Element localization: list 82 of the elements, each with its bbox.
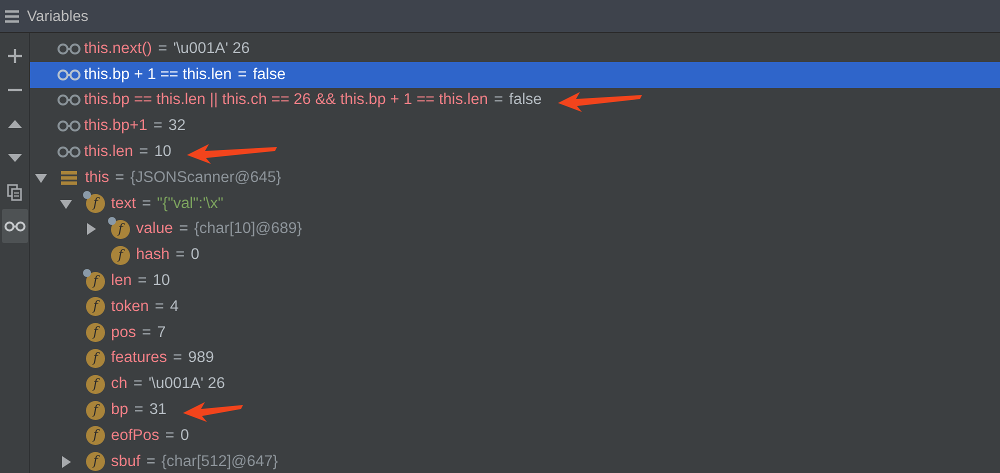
- panel-title: Variables: [27, 8, 88, 24]
- down-triangle-icon: [8, 154, 22, 162]
- variable-value: 10: [152, 272, 170, 290]
- variable-name: bp: [111, 401, 128, 420]
- field-icon: f: [86, 452, 105, 472]
- variable-value: "{"val":'\x": [157, 194, 224, 213]
- variable-value: '\u001A' 26: [148, 375, 226, 394]
- variable-name: eofPos: [111, 426, 160, 445]
- variable-value: 31: [149, 401, 167, 420]
- variable-name: len: [111, 272, 132, 290]
- variable-value: 0: [180, 426, 189, 445]
- equals-sign: =: [173, 349, 182, 368]
- variable-name: hash: [136, 246, 170, 264]
- add-icon: [8, 49, 22, 63]
- collapsed-triangle-icon[interactable]: [85, 223, 97, 236]
- glasses-icon: [4, 220, 26, 232]
- field-icon: f: [86, 348, 105, 368]
- field-icon: f: [86, 400, 105, 420]
- watch-value: false: [509, 91, 542, 110]
- variable-name: value: [136, 220, 174, 238]
- variable-name: text: [111, 194, 136, 213]
- field-icon: f: [86, 323, 105, 342]
- equals-sign: =: [153, 117, 162, 136]
- equals-sign: =: [494, 91, 504, 110]
- watch-expression: this.bp + 1 == this.len: [84, 66, 232, 84]
- glasses-icon: [57, 68, 81, 81]
- object-icon: [61, 170, 77, 185]
- variable-value: 0: [190, 246, 200, 264]
- field-icon: f: [111, 220, 130, 239]
- equals-sign: =: [134, 401, 144, 420]
- field-icon: f: [86, 194, 105, 214]
- variable-value: {JSONScanner@645}: [130, 168, 282, 187]
- selected-row[interactable]: this.bp + 1 == this.len = false: [30, 62, 1000, 88]
- equals-sign: =: [179, 220, 188, 238]
- field-icon: f: [86, 374, 105, 394]
- equals-sign: =: [154, 298, 164, 316]
- glasses-icon: [57, 120, 81, 132]
- watch-expression: this.next(): [84, 40, 152, 58]
- watch-value: 10: [154, 143, 172, 162]
- glasses-icon: [57, 94, 81, 106]
- copy-icon: [7, 184, 22, 200]
- watch-expression: this.bp+1: [84, 117, 148, 136]
- equals-sign: =: [133, 375, 142, 394]
- variable-value: {char[10]@689}: [194, 220, 302, 238]
- field-icon: f: [86, 272, 105, 291]
- variable-name: this: [85, 168, 110, 187]
- watch-value: '\u001A' 26: [173, 40, 250, 58]
- watch-value: false: [252, 66, 286, 84]
- equals-sign: =: [139, 143, 148, 162]
- equals-sign: =: [165, 426, 174, 445]
- variable-name: token: [111, 298, 149, 316]
- field-icon: f: [86, 297, 105, 316]
- field-icon: f: [111, 246, 130, 265]
- equals-sign: =: [138, 272, 147, 290]
- field-icon: f: [86, 426, 105, 446]
- collapsed-triangle-icon[interactable]: [60, 456, 72, 468]
- menu-icon[interactable]: [5, 10, 19, 22]
- variable-name: sbuf: [111, 452, 140, 471]
- glasses-icon: [57, 42, 81, 55]
- equals-sign: =: [158, 40, 168, 58]
- variable-name: ch: [111, 375, 128, 394]
- up-triangle-icon: [8, 120, 22, 128]
- watch-value: 32: [168, 117, 186, 136]
- toolbar-button[interactable]: [2, 209, 28, 243]
- glasses-icon: [57, 146, 81, 158]
- watch-expression: this.len: [84, 143, 134, 162]
- remove-icon: [8, 88, 22, 92]
- variable-value: 7: [157, 324, 166, 342]
- variable-value: {char[512]@647}: [161, 452, 278, 471]
- equals-sign: =: [238, 66, 247, 84]
- watch-expression: this.bp == this.len || this.ch == 26 && this.bp + 1 == this.len: [84, 91, 488, 110]
- variable-name: features: [111, 349, 168, 368]
- expanded-triangle-icon[interactable]: [60, 198, 72, 210]
- expanded-triangle-icon[interactable]: [35, 172, 47, 184]
- variable-name: pos: [111, 324, 136, 342]
- equals-sign: =: [176, 246, 185, 264]
- variable-value: 989: [188, 349, 214, 368]
- equals-sign: =: [115, 168, 124, 187]
- variable-value: 4: [170, 298, 179, 316]
- equals-sign: =: [142, 194, 152, 213]
- equals-sign: =: [146, 452, 156, 471]
- equals-sign: =: [142, 324, 152, 342]
